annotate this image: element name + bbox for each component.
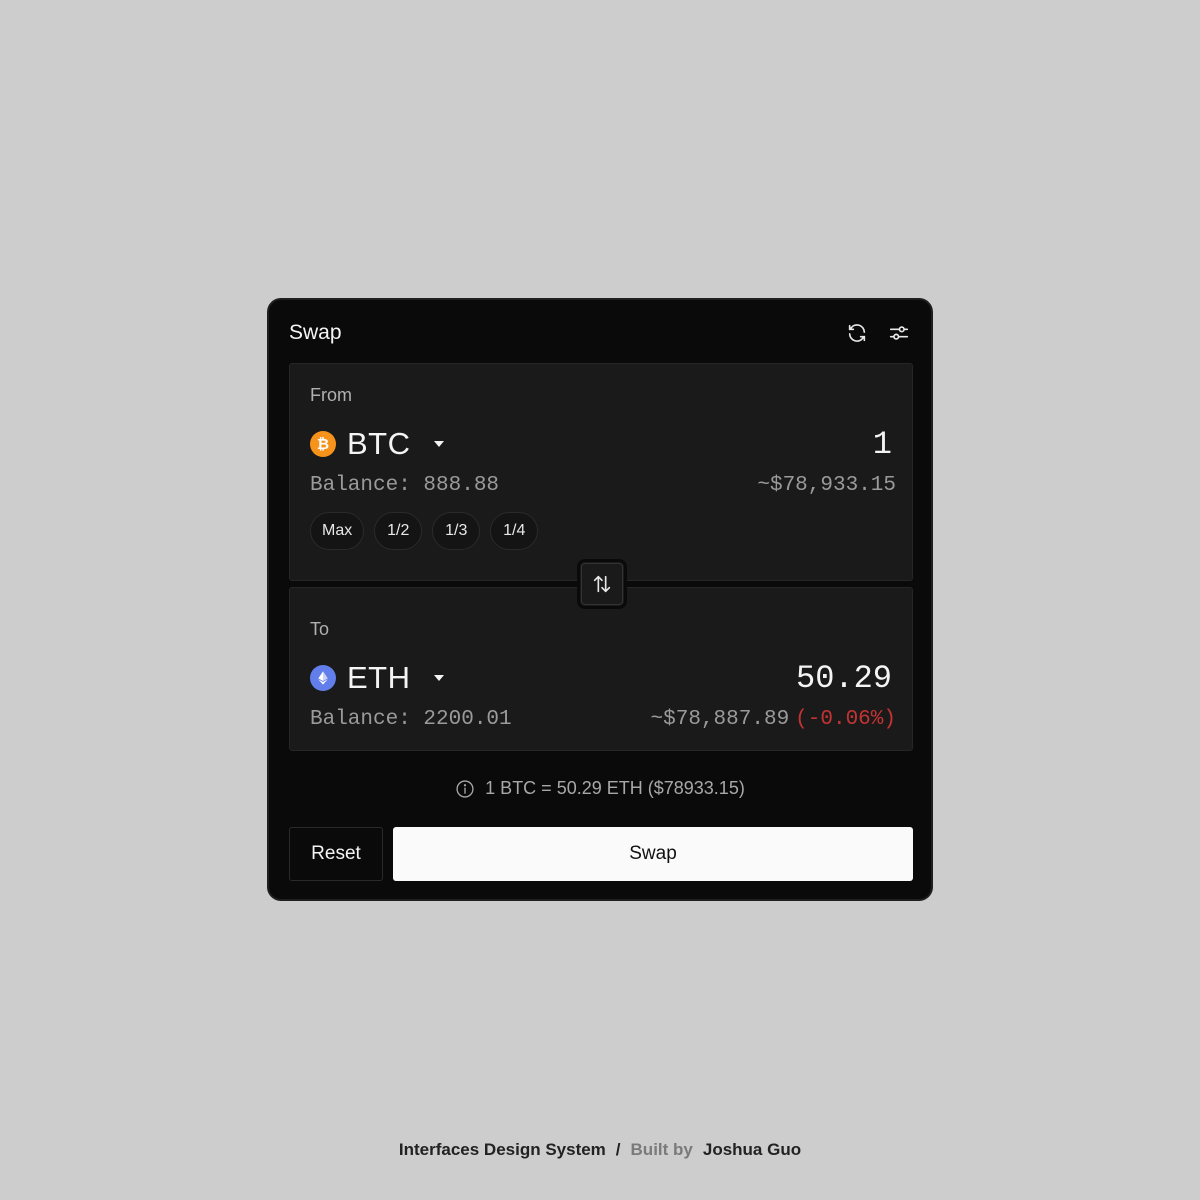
to-amount-input[interactable] — [672, 659, 892, 697]
to-usd-group: ~$78,887.89 (-0.06%) — [651, 708, 896, 731]
to-token-symbol: ETH — [347, 660, 411, 695]
exchange-rate-text: 1 BTC = 50.29 ETH ($78933.15) — [485, 778, 745, 798]
bitcoin-icon: ₿ — [310, 431, 336, 457]
from-balance-row: Balance: 888.88 ~$78,933.15 — [310, 474, 896, 497]
to-usd-value: ~$78,887.89 — [650, 708, 790, 731]
quick-amount-third[interactable]: 1/3 — [432, 512, 481, 550]
footer-author[interactable]: Joshua Guo — [703, 1140, 801, 1160]
action-buttons: Reset Swap — [289, 827, 913, 881]
settings-sliders-icon[interactable] — [887, 321, 911, 345]
quick-amount-half[interactable]: 1/2 — [374, 512, 423, 550]
refresh-icon[interactable] — [845, 321, 869, 345]
header-actions — [845, 321, 911, 345]
from-label: From — [310, 385, 352, 405]
quick-amount-chips: Max 1/2 1/3 1/4 — [310, 512, 539, 550]
footer-brand[interactable]: Interfaces Design System — [399, 1140, 606, 1160]
to-label: To — [310, 619, 330, 639]
footer-built-by: Built by — [630, 1140, 693, 1159]
from-usd-value: ~$78,933.15 — [757, 474, 896, 497]
quick-amount-quarter[interactable]: 1/4 — [490, 512, 539, 550]
footer: Interfaces Design System / Built by Josh… — [0, 1140, 1200, 1160]
to-token-row: ETH — [310, 658, 892, 698]
swap-card: Swap From ₿ BTC 1 Balance: 888.88 ~$78,9… — [267, 298, 933, 901]
swap-title: Swap — [289, 321, 342, 344]
from-token-row: ₿ BTC — [310, 424, 892, 464]
swap-button[interactable]: Swap — [393, 827, 913, 881]
from-balance: Balance: 888.88 — [310, 474, 500, 497]
to-token-select[interactable]: ETH — [310, 660, 444, 696]
chevron-down-icon — [433, 441, 444, 447]
footer-separator: / — [615, 1140, 621, 1159]
from-amount-input[interactable] — [672, 425, 892, 463]
swap-vertical-arrows-icon — [593, 575, 611, 593]
swap-header: Swap — [289, 318, 911, 348]
to-balance-row: Balance: 2200.01 ~$78,887.89 (-0.06%) — [310, 708, 896, 731]
swap-direction-button[interactable] — [577, 559, 627, 609]
exchange-rate: 1 BTC = 50.29 ETH ($78933.15) — [269, 778, 931, 799]
to-panel: To ETH Balance: 2200.01 ~$78,887.89 (-0 — [289, 587, 913, 751]
info-icon — [456, 779, 474, 798]
price-change: (-0.06%) — [795, 708, 896, 731]
to-balance: Balance: 2200.01 — [310, 708, 512, 731]
reset-button[interactable]: Reset — [289, 827, 383, 881]
ethereum-icon — [310, 665, 336, 691]
from-token-symbol: BTC — [347, 426, 411, 461]
quick-amount-max[interactable]: Max — [310, 512, 365, 550]
from-token-select[interactable]: ₿ BTC — [310, 426, 444, 462]
chevron-down-icon — [433, 675, 444, 681]
from-panel: From ₿ BTC Balance: 888.88 ~$78,933.15 M… — [289, 363, 913, 581]
